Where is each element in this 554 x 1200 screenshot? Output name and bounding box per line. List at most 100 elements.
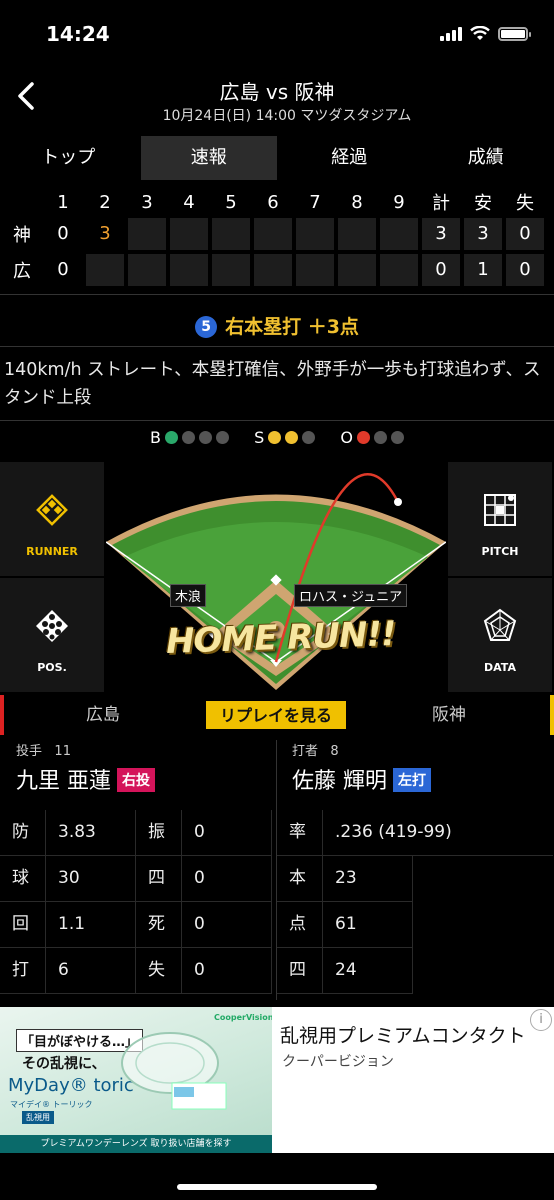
batter-number: 8: [330, 744, 339, 759]
team-abbr: 神: [13, 225, 31, 246]
inning-score: [338, 218, 376, 250]
inning-score: [254, 254, 292, 286]
pitcher-role: 投手: [16, 744, 43, 759]
out-dot: [356, 431, 370, 444]
ad-image[interactable]: CooperVision 「目がぼやける…」 その乱視に、 MyDay® tor…: [0, 1007, 272, 1153]
inning-score: [128, 254, 166, 286]
inning-score: [296, 218, 334, 250]
tab-progress[interactable]: 経過: [281, 136, 418, 180]
stat-key: 四: [136, 856, 182, 902]
pitcher-number: 11: [54, 744, 71, 759]
data-button[interactable]: DATA: [448, 578, 552, 692]
position-button[interactable]: POS.: [0, 578, 104, 692]
inning-score: [212, 218, 250, 250]
table-row: 防 3.83 振 0: [0, 810, 272, 856]
pitch-label: PITCH: [481, 545, 519, 558]
inning-score: [296, 254, 334, 286]
inning-score: 0: [57, 223, 69, 244]
wifi-icon: [470, 26, 490, 40]
away-team-label[interactable]: 阪神: [432, 695, 466, 735]
battery-icon: [498, 26, 531, 41]
scoreboard: 1 2 3 4 5 6 7 8 9 計 安 失 神 0 3 3 3 0 広 0: [0, 188, 554, 295]
total-errors: 0: [506, 254, 544, 286]
stat-key: 率: [277, 810, 323, 856]
signal-icon: [440, 26, 462, 41]
inning-header: 4: [183, 191, 195, 213]
table-row: 球 30 四 0: [0, 856, 272, 902]
home-run-banner: HOME RUN!!: [165, 614, 397, 662]
stat-key: 失: [136, 948, 182, 994]
team-abbr: 広: [13, 261, 31, 282]
stat-value: 30: [46, 856, 136, 902]
inning-score: 3: [99, 223, 111, 244]
stat-value: 24: [323, 948, 413, 994]
stat-key: 死: [136, 902, 182, 948]
inning-header: 6: [267, 191, 279, 213]
strike-dot: [268, 431, 282, 444]
replay-button[interactable]: リプレイを見る: [205, 700, 347, 730]
errors-header: 失: [516, 193, 534, 214]
play-description: 140km/h ストレート、本塁打確信、外野手が一歩も打球追わず、スタンド上段: [4, 360, 541, 408]
radar-chart-icon: [483, 608, 517, 641]
strike-dot: [285, 431, 299, 444]
ad-copy: その乱視に、: [22, 1056, 106, 1072]
ad-store-link[interactable]: プレミアムワンデーレンズ 取り扱い店舗を探す: [0, 1135, 272, 1153]
total-errors: 0: [506, 218, 544, 250]
stat-key: 振: [136, 810, 182, 856]
runner-button[interactable]: RUNNER: [0, 462, 104, 576]
position-icon: [36, 610, 68, 642]
pitcher-name[interactable]: 九里 亜蓮: [16, 769, 111, 794]
total-runs: 0: [422, 254, 460, 286]
stat-key: 打: [0, 948, 46, 994]
stat-value: 0: [182, 810, 272, 856]
inning-header: 9: [393, 191, 405, 213]
inning-score: [170, 218, 208, 250]
status-icons: [440, 26, 531, 41]
table-row: 点 61: [277, 902, 553, 948]
total-hits: 1: [464, 254, 502, 286]
batter-hand-badge: 左打: [393, 768, 431, 792]
ad-headline[interactable]: 乱視用プレミアムコンタクト: [280, 1021, 526, 1048]
stat-key: 球: [0, 856, 46, 902]
ad-info-icon[interactable]: i: [530, 1009, 552, 1031]
strike-dot: [302, 431, 316, 444]
tab-bar: トップ 速報 経過 成績: [0, 136, 554, 180]
stat-key: 四: [277, 948, 323, 994]
inning-header: 8: [351, 191, 363, 213]
total-header: 計: [432, 193, 450, 214]
ad-logo: CooperVision: [214, 1013, 272, 1022]
tab-stats[interactable]: 成績: [418, 136, 554, 180]
table-row: 打 6 失 0: [0, 948, 272, 994]
game-info: 10月24日(日) 14:00 マツダスタジアム: [162, 108, 412, 124]
home-team-label[interactable]: 広島: [86, 695, 120, 735]
inning-score: [86, 254, 124, 286]
ball-dot: [182, 431, 196, 444]
play-result: 右本塁打 ＋3点: [225, 316, 359, 338]
tab-top[interactable]: トップ: [0, 136, 137, 180]
status-bar: 14:24: [0, 0, 554, 64]
batter-role: 打者: [292, 744, 319, 759]
inning-score: 0: [57, 259, 69, 280]
table-row: 回 1.1 死 0: [0, 902, 272, 948]
baseball-field: 木浪 ロハス・ジュニア HOME RUN!!: [105, 462, 447, 690]
scoreboard-header-row: 1 2 3 4 5 6 7 8 9 計 安 失: [0, 188, 554, 216]
scoreboard-row-away: 神 0 3 3 3 0: [0, 216, 554, 252]
runner-icon: [36, 494, 68, 526]
home-indicator[interactable]: [177, 1184, 377, 1190]
stat-value: 3.83: [46, 810, 136, 856]
batter-name[interactable]: 佐藤 輝明: [292, 769, 387, 794]
inning-header: 5: [225, 191, 237, 213]
stat-value: 23: [323, 856, 413, 902]
inning-score: [254, 218, 292, 250]
stat-key: 防: [0, 810, 46, 856]
hits-header: 安: [474, 193, 492, 214]
ball-count: B S O: [0, 428, 554, 447]
stat-value: 61: [323, 902, 413, 948]
pitch-button[interactable]: PITCH: [448, 462, 552, 576]
inning-header: 3: [141, 191, 153, 213]
inning-header: 7: [309, 191, 321, 213]
stat-value: 0: [182, 856, 272, 902]
tab-live[interactable]: 速報: [140, 136, 277, 180]
ad-banner[interactable]: CooperVision 「目がぼやける…」 その乱視に、 MyDay® tor…: [0, 1007, 554, 1153]
inning-score: [128, 218, 166, 250]
